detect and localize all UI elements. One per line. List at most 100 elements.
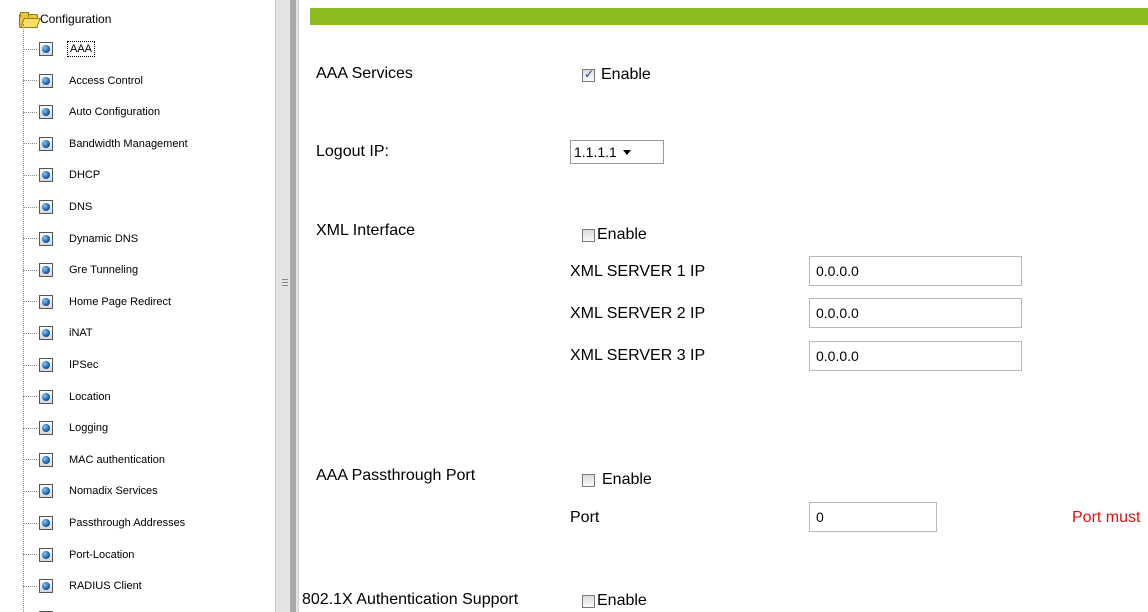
tree-connector xyxy=(23,427,37,429)
tree-item-label: Passthrough Addresses xyxy=(69,517,186,529)
dot1x-checkbox[interactable] xyxy=(582,594,595,608)
xml-server-2-label: XML SERVER 2 IP xyxy=(570,305,706,322)
tree-connector xyxy=(23,111,37,113)
tree-connector xyxy=(23,143,37,145)
tree-item-label: Logging xyxy=(69,422,109,435)
page-globe-icon xyxy=(39,389,53,404)
xml-interface-enable[interactable]: Enable xyxy=(582,226,647,244)
passthrough-enable[interactable]: Enable xyxy=(582,471,652,489)
tree-item-mac-authentication[interactable]: MAC authentication xyxy=(23,450,167,470)
xml-server-1-label: XML SERVER 1 IP xyxy=(570,263,706,280)
tree-connector xyxy=(23,174,37,176)
tree-item-label: Home Page Redirect xyxy=(69,295,172,308)
passthrough-enable-label: Enable xyxy=(602,471,652,488)
tree-item-radius-client[interactable]: RADIUS Client xyxy=(23,576,144,596)
tree-item-dhcp[interactable]: DHCP xyxy=(23,165,102,185)
xml-server-1-input[interactable] xyxy=(809,256,1022,286)
tree-item-radius-proxy[interactable]: RADIUS Proxy xyxy=(23,608,144,612)
page-globe-icon xyxy=(39,421,53,436)
tree-item-port-location[interactable]: Port-Location xyxy=(23,545,136,565)
tree-item-label: RADIUS Client xyxy=(69,580,142,593)
dot1x-enable-label: Enable xyxy=(597,592,647,609)
tree-item-dynamic-dns[interactable]: Dynamic DNS xyxy=(23,229,140,249)
tree-item-location[interactable]: Location xyxy=(23,387,113,407)
tree-root-label: Configuration xyxy=(40,12,112,26)
xml-server-3-input[interactable] xyxy=(809,341,1022,371)
logout-ip-label: Logout IP: xyxy=(316,143,389,160)
panel-splitter[interactable] xyxy=(275,0,299,612)
tree-item-ipsec[interactable]: IPSec xyxy=(23,355,100,375)
page-globe-icon xyxy=(39,168,53,183)
header-bar xyxy=(310,8,1148,25)
xml-interface-enable-label: Enable xyxy=(597,226,647,243)
tree-connector xyxy=(23,238,37,240)
aaa-services-label: AAA Services xyxy=(316,65,413,82)
port-error-message: Port must xyxy=(1072,509,1141,526)
page-globe-icon xyxy=(39,73,53,88)
aaa-services-enable[interactable]: Enable xyxy=(582,66,651,84)
tree-item-label: Nomadix Services xyxy=(69,485,158,498)
tree-item-aaa[interactable]: AAA xyxy=(23,39,96,59)
page-globe-icon xyxy=(39,358,53,372)
page-globe-icon xyxy=(39,579,53,594)
xml-interface-checkbox[interactable] xyxy=(582,228,595,242)
tree-connector xyxy=(23,301,37,303)
splitter-grip-icon[interactable] xyxy=(282,279,288,288)
tree-connector xyxy=(23,554,37,556)
tree-connector xyxy=(23,459,37,461)
tree-item-label: Access Control xyxy=(69,74,143,87)
xml-interface-label: XML Interface xyxy=(316,222,416,239)
page-globe-icon xyxy=(39,200,53,214)
tree-item-nomadix-services[interactable]: Nomadix Services xyxy=(23,481,160,501)
xml-server-2-input[interactable] xyxy=(809,298,1022,328)
tree-connector xyxy=(23,48,37,50)
tree-item-gre-tunneling[interactable]: Gre Tunneling xyxy=(23,260,140,280)
tree-root-configuration[interactable]: Configuration xyxy=(18,9,111,29)
page-globe-icon xyxy=(39,231,53,246)
tree-item-inat[interactable]: iNAT xyxy=(23,323,95,343)
tree-item-label: DHCP xyxy=(69,169,101,182)
tree-item-label: MAC authentication xyxy=(69,453,165,466)
folder-open-icon xyxy=(18,11,41,28)
tree-item-label: Bandwidth Management xyxy=(69,137,188,150)
tree-connector xyxy=(23,396,37,398)
tree-item-access-control[interactable]: Access Control xyxy=(23,71,145,91)
aaa-config-form: AAA Services Enable Logout IP: 1.1.1.1 X… xyxy=(299,0,1148,612)
tree-connector xyxy=(23,332,37,334)
tree-item-logging[interactable]: Logging xyxy=(23,418,110,438)
tree-item-label: Port-Location xyxy=(69,548,135,561)
tree-item-auto-configuration[interactable]: Auto Configuration xyxy=(23,102,162,122)
tree-item-home-page-redirect[interactable]: Home Page Redirect xyxy=(23,292,173,312)
tree-item-dns[interactable]: DNS xyxy=(23,197,94,217)
tree-item-passthrough-addresses[interactable]: Passthrough Addresses xyxy=(23,513,187,533)
page-globe-icon xyxy=(39,547,53,562)
tree-connector xyxy=(23,522,37,524)
page-globe-icon xyxy=(39,294,53,309)
tree-item-label: AAA xyxy=(67,41,96,57)
tree-item-bandwidth-management[interactable]: Bandwidth Management xyxy=(23,134,190,154)
dot1x-enable[interactable]: Enable xyxy=(582,592,647,610)
page-globe-icon xyxy=(39,452,53,467)
passthrough-port-label: AAA Passthrough Port xyxy=(316,467,476,484)
page-globe-icon xyxy=(39,484,53,499)
logout-ip-value: 1.1.1.1 xyxy=(574,144,617,160)
aaa-services-enable-label: Enable xyxy=(601,66,651,83)
tree-connector xyxy=(23,490,37,492)
page-globe-icon xyxy=(39,516,53,530)
scrollbar[interactable] xyxy=(290,0,296,612)
tree-item-label: IPSec xyxy=(69,359,99,371)
dot1x-label: 802.1X Authentication Support xyxy=(302,591,519,608)
passthrough-checkbox[interactable] xyxy=(582,473,595,487)
tree-connector xyxy=(23,364,37,366)
aaa-services-checkbox[interactable] xyxy=(582,67,595,82)
page-globe-icon xyxy=(39,105,53,120)
tree-item-label: Dynamic DNS xyxy=(69,232,139,245)
chevron-down-icon[interactable] xyxy=(622,149,631,155)
logout-ip-select[interactable]: 1.1.1.1 xyxy=(570,140,664,164)
page-globe-icon xyxy=(39,42,53,56)
port-input[interactable] xyxy=(809,502,937,532)
tree-connector xyxy=(23,269,37,271)
tree-connector xyxy=(23,80,37,82)
xml-server-3-label: XML SERVER 3 IP xyxy=(570,347,706,364)
tree-connector xyxy=(23,585,37,587)
